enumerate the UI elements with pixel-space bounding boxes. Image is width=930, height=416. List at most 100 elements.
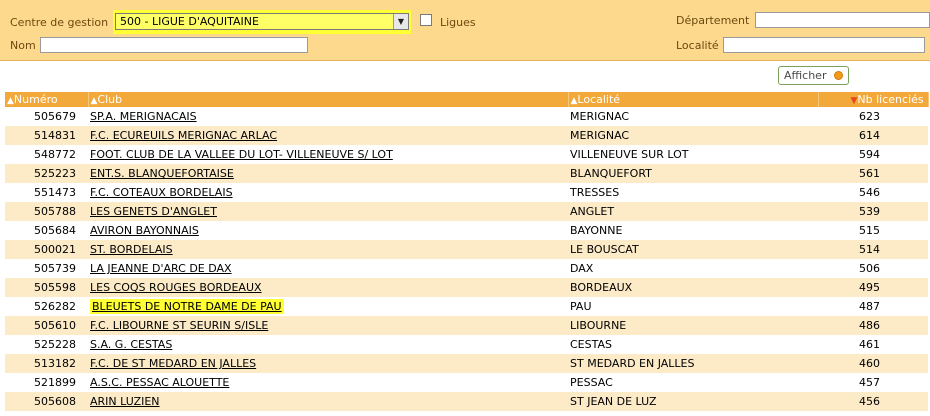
club-link[interactable]: FOOT. CLUB DE LA VALLEE DU LOT- VILLENEU… — [90, 148, 393, 161]
table-row: 513182 F.C. DE ST MEDARD EN JALLES ST MEDA… — [5, 354, 928, 373]
departement-input[interactable] — [755, 12, 930, 28]
club-link[interactable]: S.A. G. CESTAS — [90, 338, 172, 351]
club-link[interactable]: LES COQS ROUGES BORDEAUX — [90, 281, 262, 294]
afficher-label: Afficher — [784, 69, 827, 82]
table-row: 526282 BLEUETS DE NOTRE DAME DE PAU PAU 487 — [5, 297, 928, 316]
cell-localite: LE BOUSCAT — [568, 240, 818, 259]
nom-label: Nom — [10, 39, 36, 52]
cell-numero: 525228 — [5, 335, 88, 354]
cell-localite: BAYONNE — [568, 221, 818, 240]
table-row: 505788 LES GENETS D'ANGLET ANGLET 539 — [5, 202, 928, 221]
cell-localite: ANGLET — [568, 202, 818, 221]
club-link[interactable]: ARIN LUZIEN — [90, 395, 160, 408]
cell-nb-licencies: 456 — [818, 392, 928, 411]
cell-numero: 505739 — [5, 259, 88, 278]
table-row: 551473 F.C. COTEAUX BORDELAIS TRESSES 546 — [5, 183, 928, 202]
cell-localite: VILLENEUVE SUR LOT — [568, 145, 818, 164]
table-row: 514831 F.C. ECUREUILS MERIGNAC ARLAC MERIG… — [5, 126, 928, 145]
cell-localite: MERIGNAC — [568, 107, 818, 126]
table-header-row: ▲Numéro ▲Club ▲Localité ▼Nb licenciés — [5, 92, 929, 107]
cell-numero: 514831 — [5, 126, 88, 145]
column-header-club[interactable]: ▲Club — [88, 92, 569, 107]
cell-nb-licencies: 546 — [818, 183, 928, 202]
cell-localite: PAU — [568, 297, 818, 316]
cell-nb-licencies: 515 — [818, 221, 928, 240]
club-link[interactable]: F.C. LIBOURNE ST SEURIN S/ISLE — [90, 319, 268, 332]
cell-localite: ST JEAN DE LUZ — [568, 392, 818, 411]
cell-numero: 505684 — [5, 221, 88, 240]
club-link[interactable]: LA JEANNE D'ARC DE DAX — [90, 262, 232, 275]
table-row: 525223 ENT.S. BLANQUEFORTAISE BLANQUEFORT 5… — [5, 164, 928, 183]
cell-numero: 513182 — [5, 354, 88, 373]
cell-numero: 505788 — [5, 202, 88, 221]
cell-numero: 505608 — [5, 392, 88, 411]
ligues-label: Ligues — [440, 16, 476, 29]
table-row: 548772 FOOT. CLUB DE LA VALLEE DU LOT- VI… — [5, 145, 928, 164]
centre-select-value: 500 - LIGUE D'AQUITAINE — [120, 15, 259, 28]
cell-numero: 505679 — [5, 107, 88, 126]
cell-nb-licencies: 561 — [818, 164, 928, 183]
afficher-button[interactable]: Afficher — [778, 66, 849, 85]
cell-nb-licencies: 614 — [818, 126, 928, 145]
departement-label: Département — [676, 14, 750, 27]
club-link[interactable]: SP.A. MERIGNACAIS — [90, 110, 197, 123]
cell-localite: MERIGNAC — [568, 126, 818, 145]
table-row: 505739 LA JEANNE D'ARC DE DAX DAX 506 — [5, 259, 928, 278]
table-row: 500021 ST. BORDELAIS LE BOUSCAT 514 — [5, 240, 928, 259]
centre-select-highlight: 500 - LIGUE D'AQUITAINE ▼ — [113, 10, 411, 34]
cell-nb-licencies: 461 — [818, 335, 928, 354]
localite-label: Localité — [676, 39, 719, 52]
cell-nb-licencies: 487 — [818, 297, 928, 316]
centre-select[interactable]: 500 - LIGUE D'AQUITAINE ▼ — [115, 13, 409, 30]
club-link[interactable]: ENT.S. BLANQUEFORTAISE — [90, 167, 234, 180]
ligues-checkbox[interactable] — [420, 14, 432, 26]
table-row: 505608 ARIN LUZIEN ST JEAN DE LUZ 456 — [5, 392, 928, 411]
club-link[interactable]: LES GENETS D'ANGLET — [90, 205, 217, 218]
cell-nb-licencies: 623 — [818, 107, 928, 126]
club-link[interactable]: AVIRON BAYONNAIS — [90, 224, 199, 237]
club-link[interactable]: ST. BORDELAIS — [90, 243, 173, 256]
club-link[interactable]: A.S.C. PESSAC ALOUETTE — [90, 376, 229, 389]
localite-input[interactable] — [723, 37, 925, 53]
cell-numero: 505610 — [5, 316, 88, 335]
cell-nb-licencies: 594 — [818, 145, 928, 164]
cell-nb-licencies: 457 — [818, 373, 928, 392]
cell-localite: ST MEDARD EN JALLES — [568, 354, 818, 373]
column-header-localite[interactable]: ▲Localité — [568, 92, 819, 107]
table-row: 505679 SP.A. MERIGNACAIS MERIGNAC 623 — [5, 107, 928, 126]
cell-numero: 548772 — [5, 145, 88, 164]
table-row: 521899 A.S.C. PESSAC ALOUETTE PESSAC 457 — [5, 373, 928, 392]
club-link-highlighted[interactable]: BLEUETS DE NOTRE DAME DE PAU — [90, 299, 284, 314]
cell-localite: CESTAS — [568, 335, 818, 354]
cell-localite: TRESSES — [568, 183, 818, 202]
club-link[interactable]: F.C. COTEAUX BORDELAIS — [90, 186, 233, 199]
table-row: 505684 AVIRON BAYONNAIS BAYONNE 515 — [5, 221, 928, 240]
cell-localite: BLANQUEFORT — [568, 164, 818, 183]
club-link[interactable]: F.C. ECUREUILS MERIGNAC ARLAC — [90, 129, 277, 142]
table-row: 505610 F.C. LIBOURNE ST SEURIN S/ISLE LIBO… — [5, 316, 928, 335]
column-header-nb-licencies[interactable]: ▼Nb licenciés — [818, 92, 929, 107]
cell-nb-licencies: 495 — [818, 278, 928, 297]
cell-numero: 525223 — [5, 164, 88, 183]
cell-numero: 521899 — [5, 373, 88, 392]
cell-numero: 505598 — [5, 278, 88, 297]
results-table: ▲Numéro ▲Club ▲Localité ▼Nb licenciés 50… — [5, 92, 929, 411]
cell-localite: BORDEAUX — [568, 278, 818, 297]
cell-localite: DAX — [568, 259, 818, 278]
club-link[interactable]: F.C. DE ST MEDARD EN JALLES — [90, 357, 256, 370]
centre-label: Centre de gestion — [10, 16, 109, 29]
cell-numero: 526282 — [5, 297, 88, 316]
table-row: 505598 LES COQS ROUGES BORDEAUX BORDEAUX 49… — [5, 278, 928, 297]
sort-up-icon: ▲ — [7, 96, 14, 106]
cell-localite: LIBOURNE — [568, 316, 818, 335]
cell-nb-licencies: 506 — [818, 259, 928, 278]
go-dot-icon — [834, 71, 843, 80]
nom-input[interactable] — [40, 37, 308, 53]
cell-numero: 551473 — [5, 183, 88, 202]
cell-nb-licencies: 514 — [818, 240, 928, 259]
cell-nb-licencies: 486 — [818, 316, 928, 335]
chevron-down-icon[interactable]: ▼ — [393, 14, 408, 29]
column-header-numero[interactable]: ▲Numéro — [5, 92, 89, 107]
cell-numero: 500021 — [5, 240, 88, 259]
table-row: 525228 S.A. G. CESTAS CESTAS 461 — [5, 335, 928, 354]
